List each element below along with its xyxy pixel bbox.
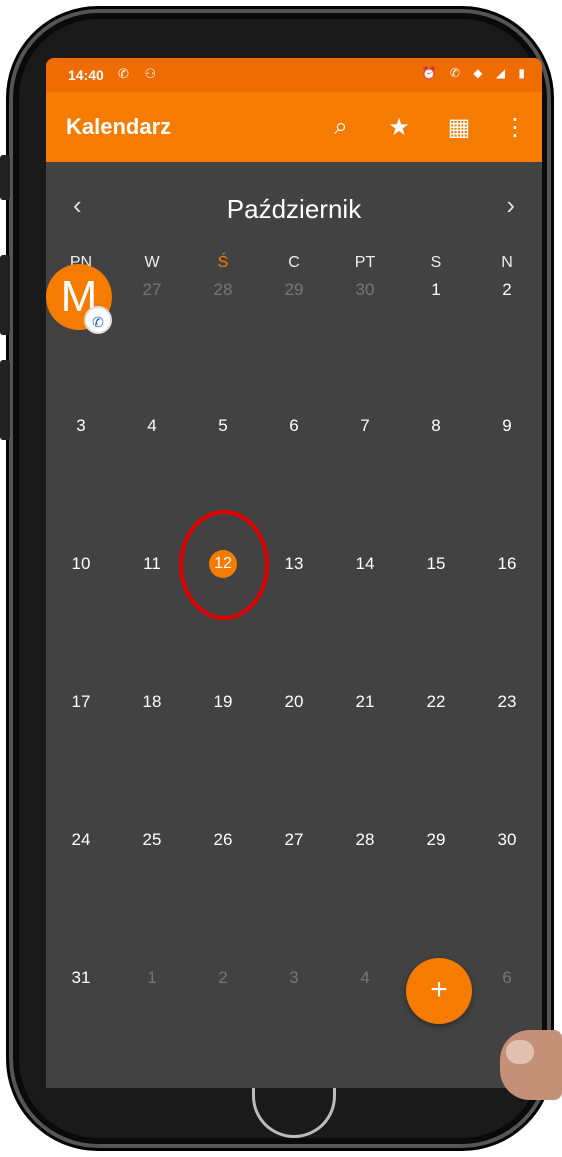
day-cell[interactable]: 13 bbox=[259, 554, 329, 574]
day-cell[interactable]: 4 bbox=[117, 416, 187, 436]
weekday-label: N bbox=[501, 254, 513, 271]
day-cell[interactable]: 21 bbox=[330, 692, 400, 712]
day-cell[interactable]: 9 bbox=[472, 416, 542, 436]
day-cell[interactable]: 2 bbox=[472, 280, 542, 300]
more-menu-icon[interactable]: ⋮ bbox=[500, 112, 530, 142]
weekday-label-today: Ś bbox=[217, 254, 229, 271]
day-cell[interactable]: 30 bbox=[330, 280, 400, 300]
day-cell[interactable]: 3 bbox=[46, 416, 116, 436]
screen: 14:40 ✆ ⚇ ⏰ ✆ ◆ ◢ ▮ Kalendarz ⌕ ★ ▦ ⋮ ‹ … bbox=[46, 58, 542, 1088]
weekday-label: PT bbox=[354, 254, 376, 271]
day-cell[interactable]: 7 bbox=[330, 416, 400, 436]
day-cell[interactable]: 22 bbox=[401, 692, 471, 712]
fingernail bbox=[506, 1040, 534, 1064]
status-system-icons: ⏰ ✆ ◆ ◢ ▮ bbox=[421, 66, 530, 80]
weekday-header: PN W Ś C PT S N bbox=[46, 254, 542, 274]
weekday-label: C bbox=[288, 254, 300, 271]
grid-icon[interactable]: ▦ bbox=[444, 112, 474, 142]
day-cell[interactable]: 15 bbox=[401, 554, 471, 574]
day-cell[interactable]: 17 bbox=[46, 692, 116, 712]
app-title: Kalendarz bbox=[66, 114, 172, 139]
phone-side-button bbox=[0, 155, 10, 200]
day-cell[interactable]: 4 bbox=[330, 968, 400, 988]
month-title: Październik bbox=[226, 194, 362, 224]
day-cell[interactable]: 20 bbox=[259, 692, 329, 712]
day-cell[interactable]: 14 bbox=[330, 554, 400, 574]
month-navigation: ‹ Październik › bbox=[46, 162, 542, 242]
next-month-button[interactable]: › bbox=[506, 192, 515, 218]
weekday-label: W bbox=[144, 254, 160, 271]
highlight-annotation-circle bbox=[179, 510, 269, 620]
day-cell[interactable]: 23 bbox=[472, 692, 542, 712]
day-cell[interactable]: 24 bbox=[46, 830, 116, 850]
day-cell[interactable]: 6 bbox=[472, 968, 542, 988]
day-cell[interactable]: 27 bbox=[259, 830, 329, 850]
day-cell[interactable]: 1 bbox=[401, 280, 471, 300]
day-cell[interactable]: 26 bbox=[188, 830, 258, 850]
day-cell[interactable]: 30 bbox=[472, 830, 542, 850]
weekday-label: S bbox=[430, 254, 442, 271]
status-time: 14:40 bbox=[68, 67, 104, 83]
day-cell[interactable]: 27 bbox=[117, 280, 187, 300]
day-cell[interactable]: 8 bbox=[401, 416, 471, 436]
day-cell[interactable]: 19 bbox=[188, 692, 258, 712]
day-cell[interactable]: 29 bbox=[401, 830, 471, 850]
day-cell[interactable]: 28 bbox=[330, 830, 400, 850]
search-icon[interactable]: ⌕ bbox=[326, 112, 356, 142]
day-cell[interactable]: 10 bbox=[46, 554, 116, 574]
day-cell[interactable]: 29 bbox=[259, 280, 329, 300]
finger-pointer bbox=[500, 1030, 562, 1100]
day-cell[interactable]: 3 bbox=[259, 968, 329, 988]
day-cell[interactable]: 2 bbox=[188, 968, 258, 988]
day-cell[interactable]: 6 bbox=[259, 416, 329, 436]
day-cell[interactable]: 31 bbox=[46, 968, 116, 988]
phone-call-icon: ✆ bbox=[84, 306, 112, 334]
app-bar: Kalendarz ⌕ ★ ▦ ⋮ bbox=[46, 92, 542, 162]
day-cell[interactable]: 25 bbox=[117, 830, 187, 850]
day-cell[interactable]: 16 bbox=[472, 554, 542, 574]
status-bar: 14:40 ✆ ⚇ ⏰ ✆ ◆ ◢ ▮ bbox=[46, 58, 542, 92]
star-icon[interactable]: ★ bbox=[384, 112, 414, 142]
phone-volume-down bbox=[0, 360, 10, 440]
day-cell[interactable]: 1 bbox=[117, 968, 187, 988]
day-cell[interactable]: 11 bbox=[117, 554, 187, 574]
phone-volume-up bbox=[0, 255, 10, 335]
day-cell[interactable]: 28 bbox=[188, 280, 258, 300]
day-cell[interactable]: 5 bbox=[188, 416, 258, 436]
day-cell[interactable]: 18 bbox=[117, 692, 187, 712]
status-notification-icons: ✆ ⚇ bbox=[118, 66, 163, 81]
add-event-button[interactable]: + bbox=[406, 958, 472, 1024]
